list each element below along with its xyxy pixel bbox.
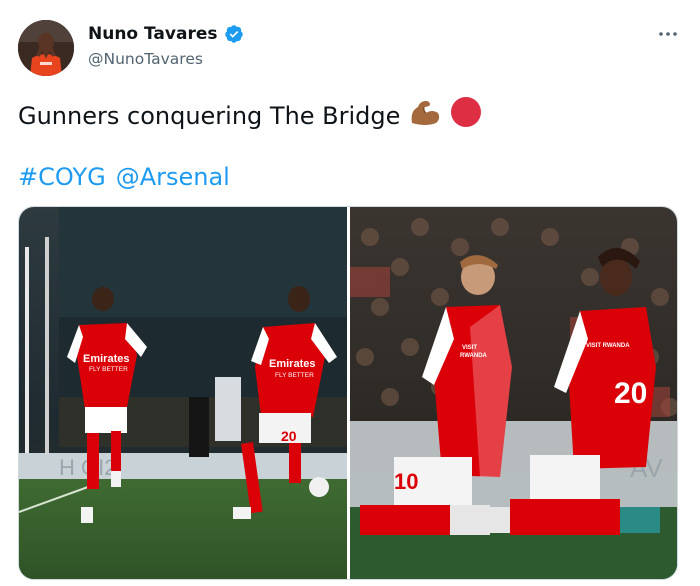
kit-tagline-text: FLY BETTER	[89, 366, 128, 373]
red-circle-emoji-icon	[450, 96, 482, 135]
shirt-sponsor-text: VISIT RWANDA	[586, 343, 630, 349]
kit-sponsor-text-2: Emirates	[269, 358, 315, 370]
author-display-name[interactable]: Nuno Tavares	[88, 24, 218, 44]
author-avatar[interactable]	[18, 20, 74, 76]
flexed-biceps-emoji-icon	[408, 97, 442, 134]
author-handle[interactable]: @NunoTavares	[88, 50, 203, 68]
shirt-number-right-text: 20	[614, 377, 647, 410]
kit-sponsor-text: Emirates	[83, 353, 129, 365]
tweet-card: Nuno Tavares @NunoTavares Gunners conque…	[0, 0, 700, 586]
media-grid: H OI2 Emirates FLY BETTER	[18, 206, 678, 580]
photo-players-celebrating[interactable]: H OI2 Emirates FLY BETTER	[19, 207, 347, 579]
more-horizontal-icon[interactable]	[656, 24, 680, 44]
tweet-tags: #COYG @Arsenal	[18, 162, 240, 192]
svg-text:RWANDA: RWANDA	[460, 353, 488, 359]
mention-link[interactable]: @Arsenal	[116, 163, 230, 191]
kit-tagline-text-2: FLY BETTER	[275, 372, 314, 379]
photo-players-kneeling[interactable]: AV VISIT RWANDA 10 VISIT RWANDA 20	[349, 207, 677, 579]
shirt-number-text: 20	[281, 428, 297, 444]
player-avatar-icon	[18, 20, 74, 76]
shirt-number-left-text: 10	[394, 469, 418, 494]
author-name-row: Nuno Tavares	[88, 24, 244, 44]
verified-badge-icon	[224, 24, 244, 44]
hashtag-link[interactable]: #COYG	[18, 163, 106, 191]
svg-text:VISIT: VISIT	[462, 345, 477, 351]
tweet-text: Gunners conquering The Bridge	[18, 96, 482, 135]
tweet-body: Gunners conquering The Bridge	[18, 101, 401, 130]
